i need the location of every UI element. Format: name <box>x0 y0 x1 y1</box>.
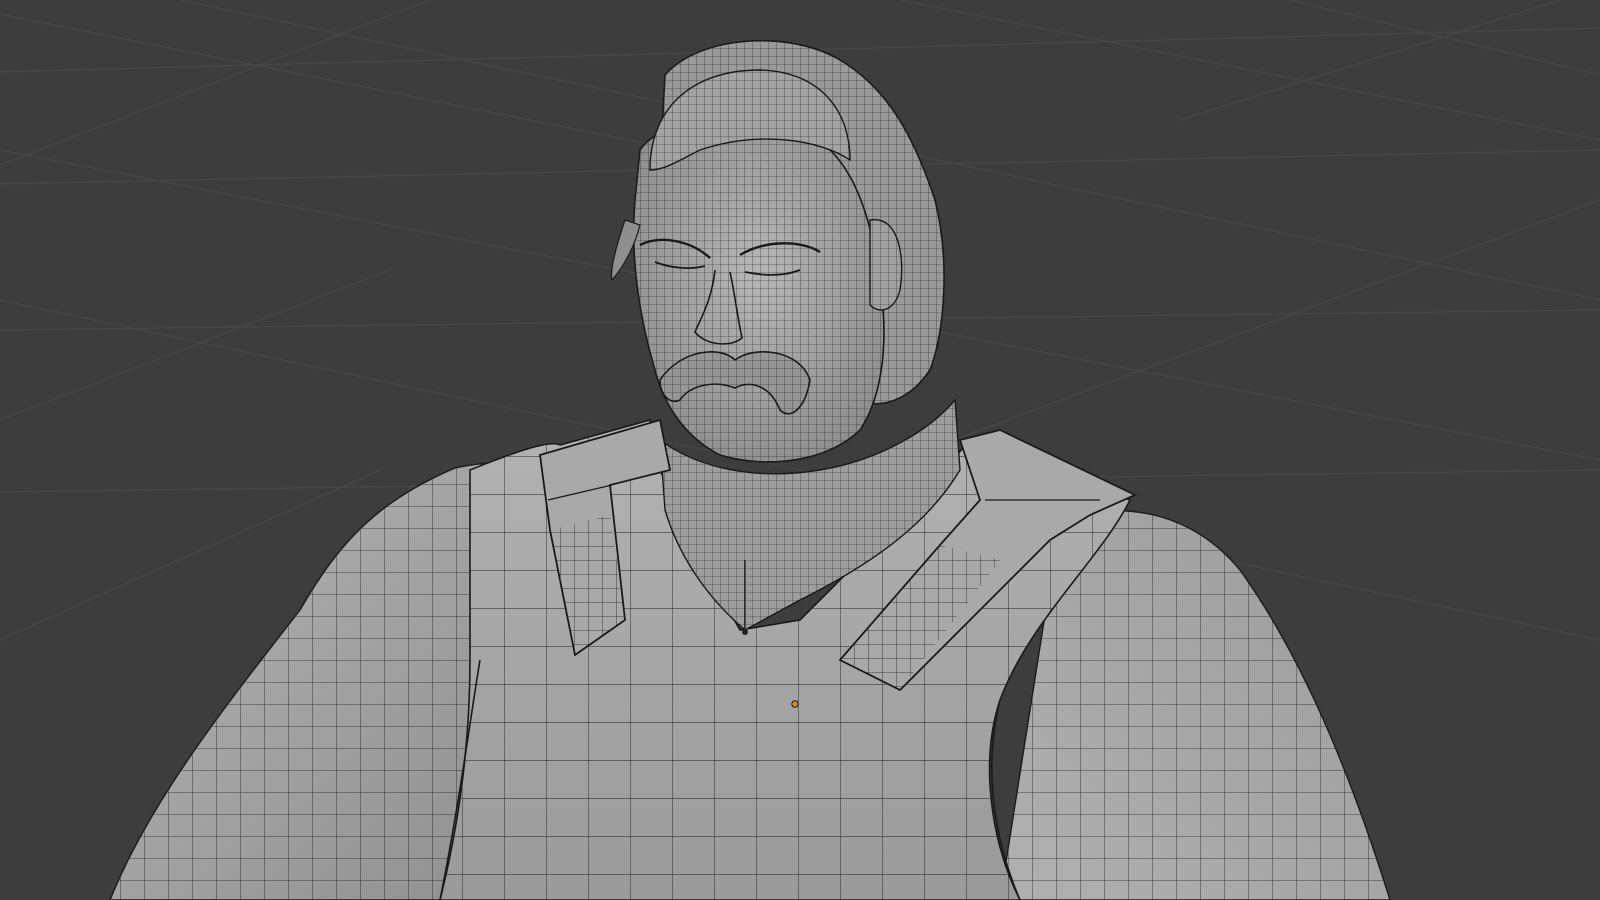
mesh-head[interactable] <box>610 40 945 463</box>
object-origin-marker <box>791 700 799 708</box>
3d-viewport[interactable] <box>0 0 1600 900</box>
viewport-canvas[interactable] <box>0 0 1600 900</box>
collar-button <box>742 629 748 635</box>
